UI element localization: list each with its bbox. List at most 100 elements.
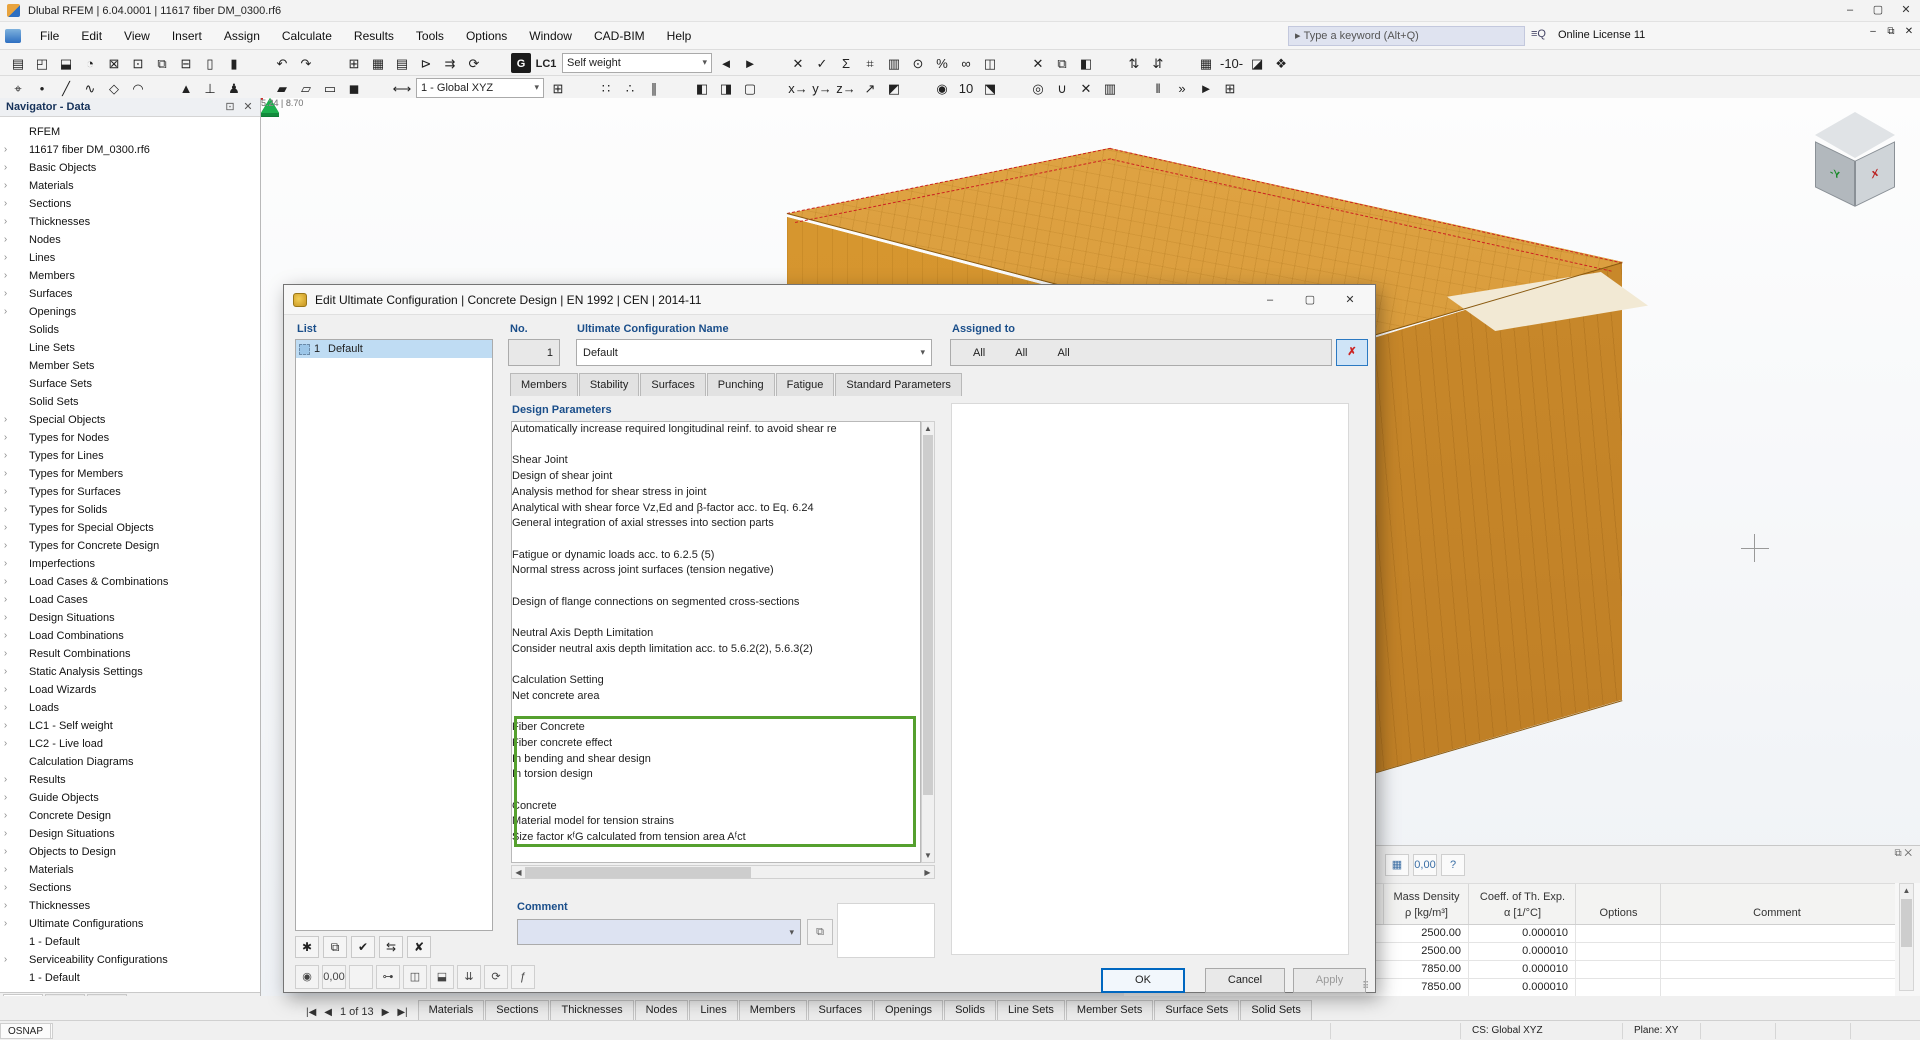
redo-icon[interactable]: ↷	[295, 53, 317, 73]
panel-float-icon[interactable]: ⧉	[1894, 848, 1901, 859]
tree-item[interactable]: › Sections	[0, 195, 260, 213]
tree-item[interactable]: RFEM	[0, 123, 260, 141]
solid-tool-icon[interactable]: ◼	[343, 78, 365, 98]
tree-item[interactable]: Surface Sets	[0, 375, 260, 393]
last-page-icon[interactable]: ▶|	[393, 1007, 411, 1018]
select-tool-icon[interactable]: ⌖	[7, 78, 29, 98]
options-cell[interactable]: ⚙	[1575, 943, 1660, 960]
tree-expander-icon[interactable]: ›	[0, 249, 11, 267]
configuration-name-select[interactable]: Default	[576, 339, 932, 366]
table-tab[interactable]: Surfaces	[808, 1000, 873, 1020]
delete-configuration-button[interactable]: ✘	[407, 936, 431, 958]
view-y-icon[interactable]: y→	[811, 78, 833, 98]
comment-cell[interactable]	[1660, 961, 1895, 978]
tree-expander-icon[interactable]: ›	[0, 537, 11, 555]
render-transparent-icon[interactable]: ◨	[715, 78, 737, 98]
grid-points-icon[interactable]: ∴	[619, 78, 641, 98]
tree-item[interactable]: › Materials	[0, 861, 260, 879]
member-tool-icon[interactable]: ◇	[103, 78, 125, 98]
numbering-icon[interactable]: 10	[955, 78, 977, 98]
design-parameter-row[interactable]: Shear Joint	[512, 453, 920, 469]
options-cell[interactable]: ⚙	[1575, 961, 1660, 978]
mdi-minimize-button[interactable]: –	[1864, 26, 1882, 37]
undo-icon[interactable]: ↶	[271, 53, 293, 73]
dimension-10-icon[interactable]: -10-	[1219, 53, 1244, 73]
tree-item[interactable]: › 11617 fiber DM_0300.rf6	[0, 141, 260, 159]
dimension-tool-icon[interactable]: ⟷	[391, 78, 413, 98]
tree-expander-icon[interactable]: ›	[0, 285, 11, 303]
assigned-to-field[interactable]: All All All	[950, 339, 1332, 366]
design-parameter-row[interactable]	[512, 783, 920, 799]
member-support-icon[interactable]: ♟	[223, 78, 245, 98]
table-tab[interactable]: Openings	[874, 1000, 943, 1020]
design-parameter-row[interactable]	[512, 610, 920, 626]
reload-button[interactable]: ⟳	[484, 965, 508, 989]
tree-item[interactable]: › Concrete Design	[0, 807, 260, 825]
menu-item[interactable]: Insert	[161, 22, 213, 50]
design-parameter-row[interactable]: Size factor κᶠG calculated from tension …	[512, 830, 920, 846]
tree-item[interactable]: › Result Combinations	[0, 645, 260, 663]
snap-settings-icon[interactable]: ∪	[1051, 78, 1073, 98]
visibility-mode-icon[interactable]: ◪	[1246, 53, 1268, 73]
design-parameter-row[interactable]: Analytical with shear force Vz,Ed and β-…	[512, 500, 920, 516]
mdi-close-button[interactable]: ✕	[1900, 26, 1918, 37]
window-close-button[interactable]: ✕	[1892, 0, 1920, 21]
render-solid-icon[interactable]: ◧	[691, 78, 713, 98]
table-tab[interactable]: Thicknesses	[550, 1000, 633, 1020]
export-settings-button[interactable]: ⇊	[457, 965, 481, 989]
tree-item[interactable]: › Loads	[0, 699, 260, 717]
configuration-list[interactable]: 1 Default	[295, 339, 493, 931]
tree-expander-icon[interactable]: ›	[0, 717, 11, 735]
show-results-icon[interactable]: ▥	[883, 53, 905, 73]
tree-item[interactable]: › Types for Lines	[0, 447, 260, 465]
tree-expander-icon[interactable]: ›	[0, 195, 11, 213]
tree-expander-icon[interactable]: ›	[0, 825, 11, 843]
report-icon[interactable]: ▮	[223, 53, 245, 73]
status-toggle[interactable]: OSNAP	[0, 1023, 51, 1039]
tree-item[interactable]: › Ultimate Configurations	[0, 915, 260, 933]
renumber-icon[interactable]: ⇵	[1147, 53, 1169, 73]
table-grid-icon[interactable]: ▦	[367, 53, 389, 73]
tree-item[interactable]: › LC2 - Live load	[0, 735, 260, 753]
thermal-coeff-cell[interactable]: 0.000010	[1468, 943, 1575, 960]
info-button[interactable]: ◉	[295, 965, 319, 989]
tree-item[interactable]: › Static Analysis Settings	[0, 663, 260, 681]
tree-item[interactable]: › Load Cases & Combinations	[0, 573, 260, 591]
tree-expander-icon[interactable]: ›	[0, 771, 11, 789]
tree-item[interactable]: › Basic Objects	[0, 159, 260, 177]
grid-icon[interactable]: ∷	[595, 78, 617, 98]
thermal-coeff-cell[interactable]: 0.000010	[1468, 925, 1575, 942]
design-parameter-row[interactable]	[512, 579, 920, 595]
tree-item[interactable]: › Types for Special Objects	[0, 519, 260, 537]
panel-close-icon[interactable]: ✕	[1904, 848, 1912, 859]
tree-expander-icon[interactable]: ›	[0, 735, 11, 753]
design-parameter-row[interactable]: Design of shear joint	[512, 469, 920, 485]
dialog-tab[interactable]: Surfaces	[640, 373, 705, 396]
params-horizontal-scrollbar[interactable]: ◀▶	[511, 865, 935, 879]
dialog-tab[interactable]: Members	[510, 373, 578, 396]
tree-item[interactable]: › Sections	[0, 879, 260, 897]
table-tab[interactable]: Sections	[485, 1000, 549, 1020]
nodal-support-icon[interactable]: ⊥	[199, 78, 221, 98]
mass-density-cell[interactable]: 7850.00	[1383, 961, 1468, 978]
table-tab[interactable]: Materials	[418, 1000, 485, 1020]
tree-item[interactable]: › Types for Solids	[0, 501, 260, 519]
mass-density-cell[interactable]: 2500.00	[1383, 925, 1468, 942]
search-zoom-icon[interactable]: ⊙	[907, 53, 929, 73]
design-parameters-panel[interactable]: Automatically increase required longitud…	[511, 421, 921, 863]
calculator-icon[interactable]: ⌗	[859, 53, 881, 73]
tree-expander-icon[interactable]: ›	[0, 663, 11, 681]
edit-table-icon[interactable]: ▦	[1385, 854, 1409, 876]
comment-cell[interactable]	[1660, 925, 1895, 942]
table-decimals-icon[interactable]: 0,00	[1413, 854, 1437, 876]
comment-cell[interactable]	[1660, 979, 1895, 996]
table-tab[interactable]: Solids	[944, 1000, 996, 1020]
design-parameter-row[interactable]: In torsion design	[512, 767, 920, 783]
dialog-tab[interactable]: Stability	[579, 373, 640, 396]
tree-expander-icon[interactable]: ›	[0, 411, 11, 429]
tree-expander-icon[interactable]: ›	[0, 789, 11, 807]
design-parameter-row[interactable]: General integration of axial stresses in…	[512, 516, 920, 532]
menu-item[interactable]: Results	[343, 22, 405, 50]
options-cell[interactable]: ⚙	[1575, 925, 1660, 942]
tree-expander-icon[interactable]: ›	[0, 447, 11, 465]
